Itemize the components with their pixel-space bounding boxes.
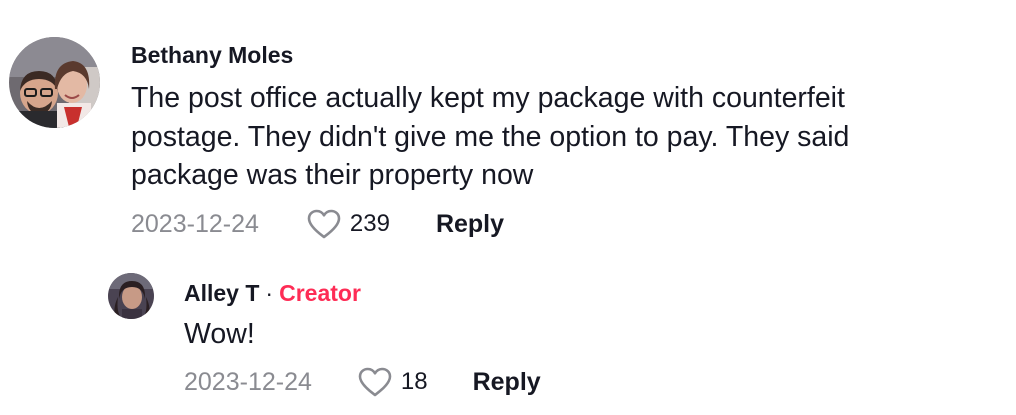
creator-badge: Creator [279, 280, 361, 306]
avatar[interactable] [9, 37, 100, 128]
like-button[interactable]: 239 [307, 209, 390, 239]
avatar-photo [9, 37, 100, 128]
like-count: 239 [349, 210, 390, 237]
like-button[interactable]: 18 [358, 367, 428, 397]
reply-text: Wow! [184, 318, 255, 350]
avatar-photo [108, 273, 154, 319]
comment-meta: 2023-12-24 239 Reply [131, 207, 504, 241]
reply-date: 2023-12-24 [184, 367, 312, 396]
reply-button[interactable]: Reply [436, 210, 504, 239]
reply-username-line: Alley T · Creator [184, 279, 361, 307]
avatar[interactable] [108, 273, 154, 319]
comment-date: 2023-12-24 [131, 209, 259, 238]
heart-outline-icon [307, 209, 341, 239]
reply-button[interactable]: Reply [473, 368, 541, 397]
separator-dot: · [265, 280, 274, 306]
comment-text: The post office actually kept my package… [131, 82, 850, 191]
heart-outline-icon [358, 367, 392, 397]
reply-meta: 2023-12-24 18 Reply [184, 365, 541, 399]
like-count: 18 [400, 368, 428, 395]
reply-username[interactable]: Alley T [184, 280, 259, 306]
comment-username[interactable]: Bethany Moles [131, 41, 293, 69]
